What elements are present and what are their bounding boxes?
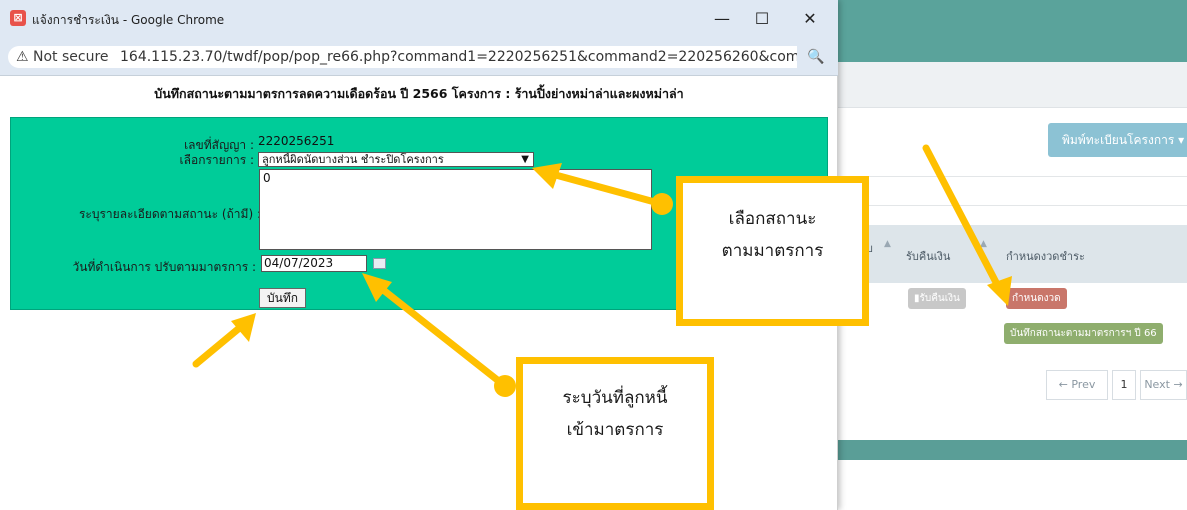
arrowhead-status-select: [532, 163, 562, 189]
arrow-to-record-status-button: [922, 144, 1004, 294]
arrow-to-save-button: [192, 321, 247, 368]
arrow-dot-date-input: [494, 375, 516, 397]
arrowhead-record-status-button: [987, 276, 1012, 306]
arrow-dot-status-select: [651, 193, 673, 215]
arrow-to-status-select: [548, 170, 666, 208]
annotation-arrows: [192, 144, 1012, 397]
arrow-to-date-input: [373, 281, 509, 390]
